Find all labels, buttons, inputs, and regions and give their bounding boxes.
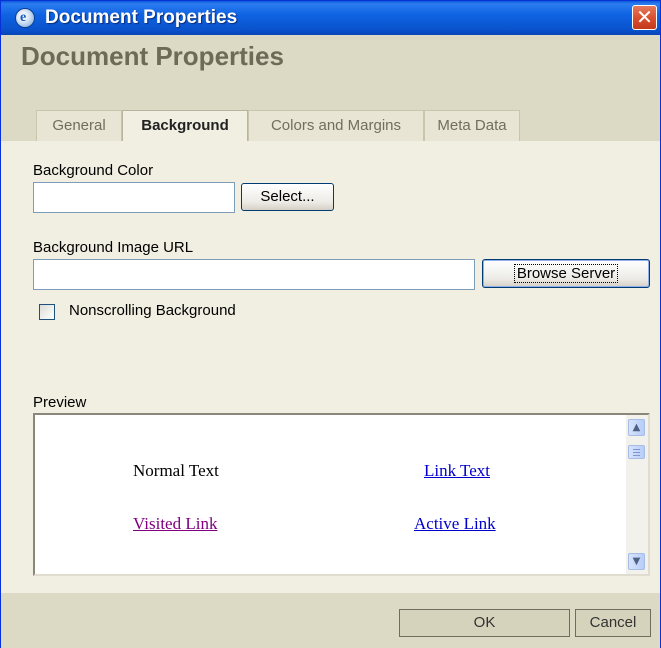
dialog-window: e Document Properties ✕ Document Propert…: [0, 0, 661, 648]
select-color-button[interactable]: Select...: [241, 183, 334, 211]
title-bar[interactable]: e Document Properties ✕: [1, 1, 660, 35]
scroll-down-icon[interactable]: ▼: [628, 553, 645, 570]
nonscrolling-checkbox[interactable]: [39, 304, 55, 320]
preview-label: Preview: [33, 394, 87, 411]
scroll-up-icon[interactable]: ▲: [628, 419, 645, 436]
preview-link-text[interactable]: Link Text: [424, 461, 490, 481]
ok-button[interactable]: OK: [399, 609, 570, 637]
cancel-button[interactable]: Cancel: [575, 609, 651, 637]
page-title: Document Properties: [21, 41, 284, 71]
preview-active-link[interactable]: Active Link: [414, 514, 496, 534]
browse-server-label: Browse Server: [513, 264, 619, 283]
nonscrolling-label: Nonscrolling Background: [69, 302, 236, 319]
tab-meta-data[interactable]: Meta Data: [424, 110, 520, 141]
scroll-thumb[interactable]: [628, 445, 645, 459]
preview-visited-link[interactable]: Visited Link: [133, 514, 217, 534]
preview-scrollbar[interactable]: ▲ ▼: [626, 415, 648, 574]
background-image-url-field[interactable]: [33, 259, 475, 290]
preview-normal-text: Normal Text: [133, 461, 219, 480]
background-image-url-label: Background Image URL: [33, 239, 194, 256]
background-color-field[interactable]: [33, 182, 235, 213]
preview-frame[interactable]: Normal Text Link Text Visited Link Activ…: [33, 413, 650, 576]
ie-document-icon: e: [15, 8, 35, 28]
window-title: Document Properties: [45, 7, 238, 28]
browse-server-button[interactable]: Browse Server: [482, 259, 650, 288]
tab-colors-and-margins[interactable]: Colors and Margins: [248, 110, 424, 141]
tab-general[interactable]: General: [36, 110, 122, 141]
tab-background[interactable]: Background: [122, 110, 248, 142]
close-icon[interactable]: ✕: [632, 5, 657, 30]
background-color-label: Background Color: [33, 162, 154, 179]
